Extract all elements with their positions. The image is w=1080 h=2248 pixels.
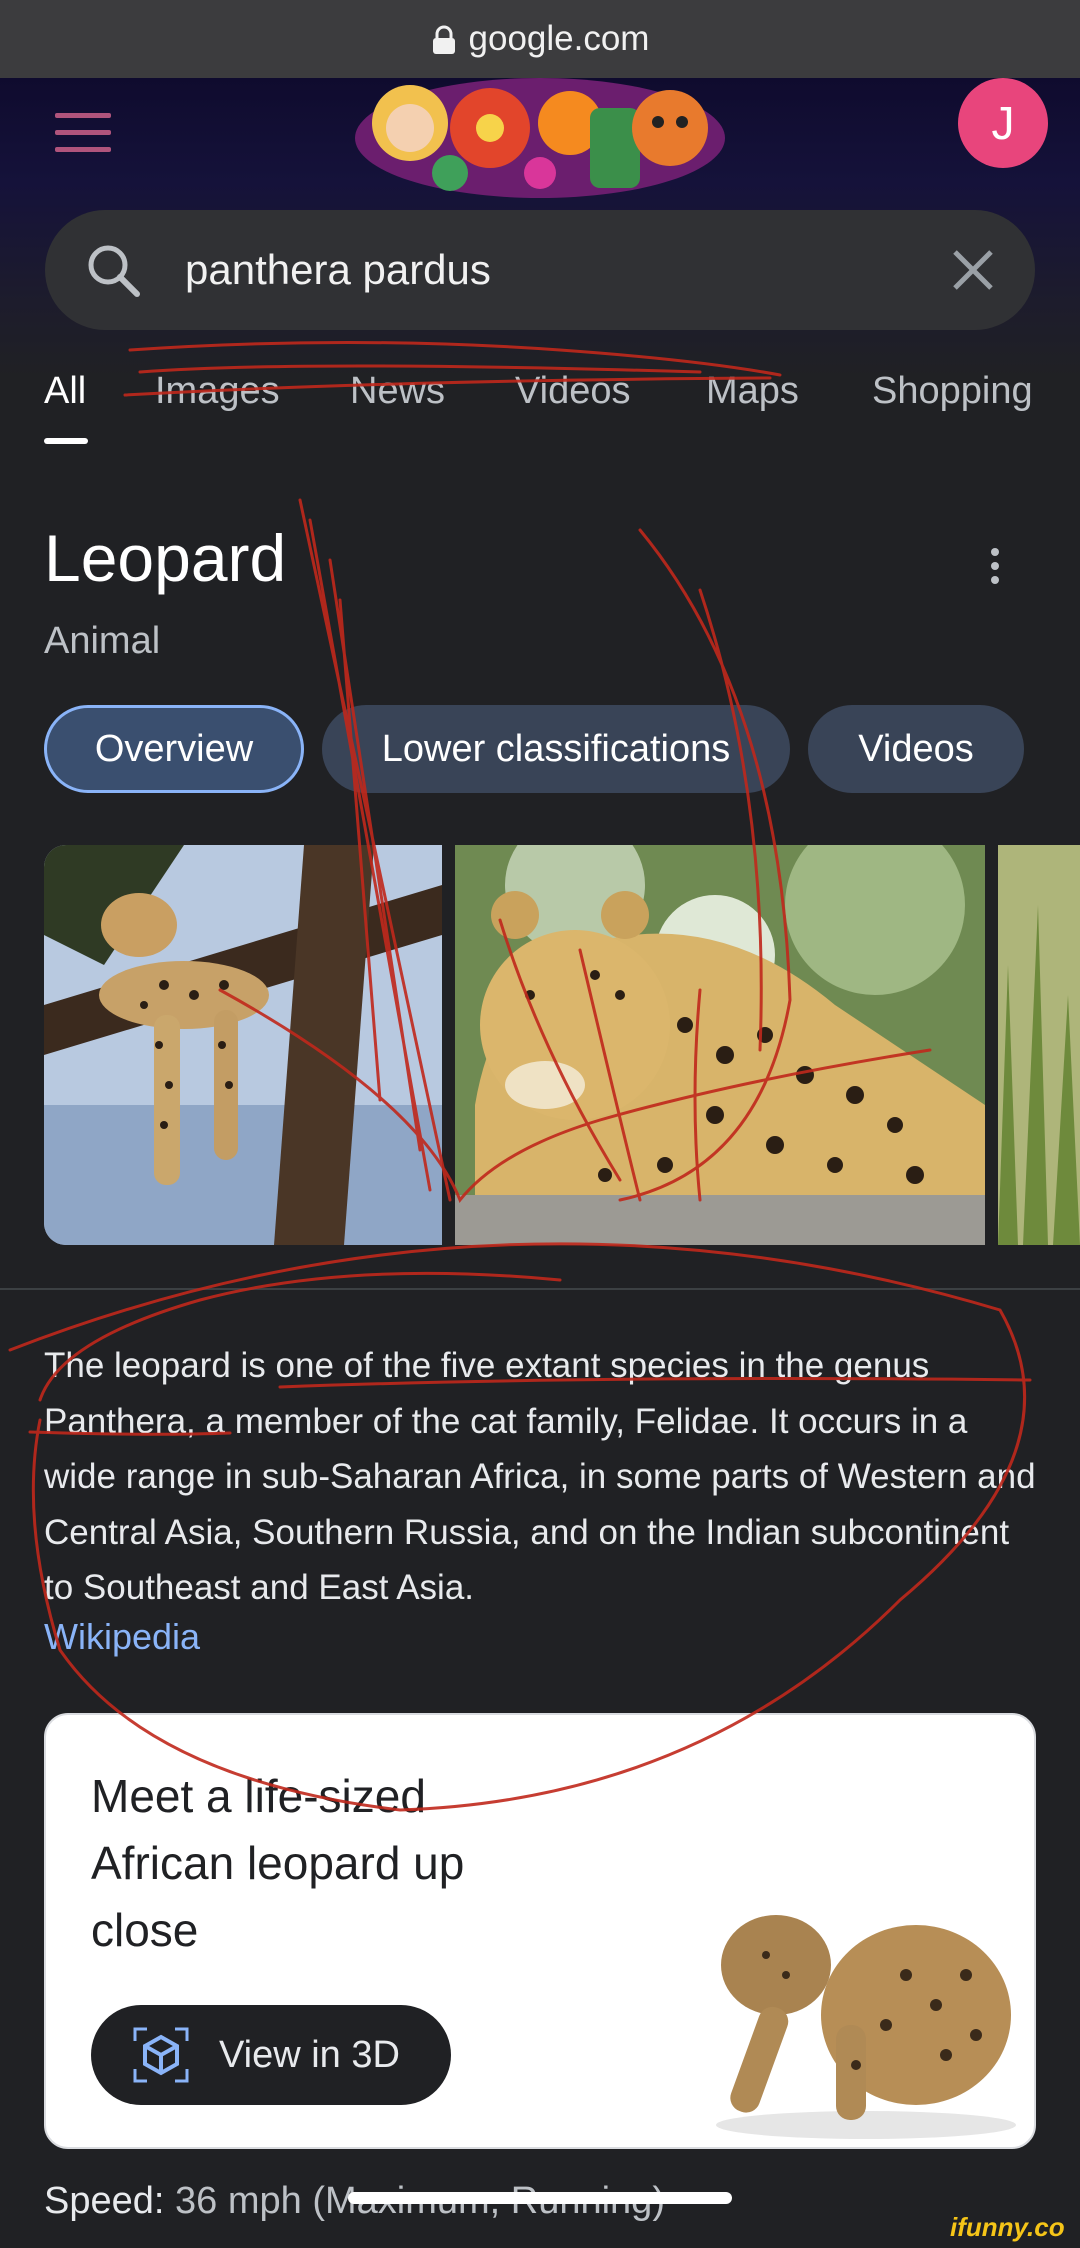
clear-icon[interactable]: [941, 238, 1005, 302]
home-indicator[interactable]: [348, 2192, 732, 2204]
leopard-3d-preview: [716, 1915, 1016, 2139]
entity-title: Leopard: [44, 521, 287, 595]
active-tab-indicator: [44, 438, 88, 444]
chip-videos[interactable]: Videos: [808, 705, 1024, 793]
ifunny-watermark: ifunny.co: [950, 2212, 1065, 2242]
lock-icon: [431, 24, 457, 54]
menu-icon[interactable]: [55, 113, 111, 157]
leopard-image-closeup[interactable]: [455, 845, 985, 1245]
ar-card-headline: Meet a life-sized African leopard up clo…: [91, 1770, 465, 1956]
search-input[interactable]: panthera pardus: [185, 210, 491, 330]
more-options-icon[interactable]: [985, 548, 1005, 592]
entity-subtitle: Animal: [44, 620, 161, 662]
tab-all[interactable]: All: [44, 370, 86, 413]
tab-news[interactable]: News: [350, 370, 445, 413]
view-in-3d-label: View in 3D: [219, 2033, 400, 2076]
search-box[interactable]: panthera pardus: [45, 210, 1035, 330]
view-in-3d-card[interactable]: Meet a life-sized African leopard up clo…: [44, 1713, 1036, 2149]
chip-lower-classifications[interactable]: Lower classifications: [322, 705, 790, 793]
section-divider: [0, 1288, 1080, 1290]
tab-videos[interactable]: Videos: [515, 370, 631, 413]
tab-maps[interactable]: Maps: [706, 370, 799, 413]
leopard-image-grass[interactable]: [998, 845, 1080, 1245]
view-in-3d-button[interactable]: View in 3D: [91, 2005, 451, 2105]
search-icon[interactable]: [83, 240, 143, 300]
browser-url-bar[interactable]: google.com: [0, 0, 1080, 78]
tab-images[interactable]: Images: [155, 370, 280, 413]
google-doodle[interactable]: [350, 78, 730, 198]
account-avatar[interactable]: J: [958, 78, 1048, 168]
speed-label: Speed:: [44, 2180, 165, 2222]
wikipedia-link[interactable]: Wikipedia: [44, 1616, 200, 1658]
tab-shopping[interactable]: Shopping: [872, 370, 1033, 413]
search-tabs: All Images News Videos Maps Shopping: [0, 370, 1080, 450]
leopard-image-tree[interactable]: [44, 845, 442, 1245]
chip-overview[interactable]: Overview: [44, 705, 304, 793]
3d-cube-icon: [133, 2027, 189, 2083]
entity-description: The leopard is one of the five extant sp…: [44, 1346, 1036, 1607]
url-text: google.com: [468, 19, 650, 58]
